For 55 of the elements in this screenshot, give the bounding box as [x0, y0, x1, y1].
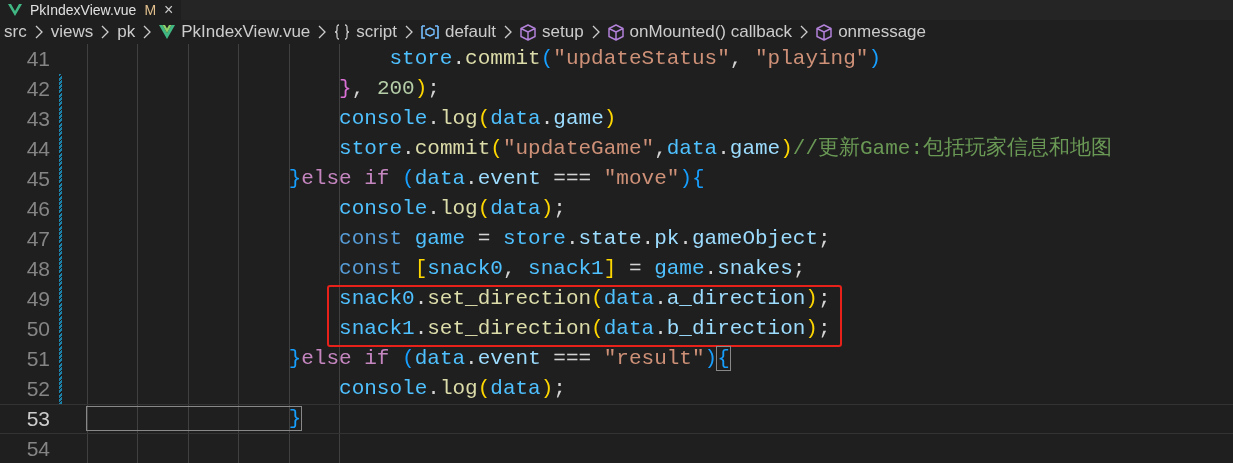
line-number: 50 — [25, 316, 50, 343]
code-line: snack1.set_direction(data.b_direction); — [338, 316, 831, 343]
code-line: const game = store.state.pk.gameObject; — [338, 226, 831, 253]
line-number: 52 — [25, 376, 50, 403]
breadcrumb-item[interactable]: PkIndexView.vue — [181, 19, 311, 45]
module-icon — [420, 24, 439, 40]
code-line: store.commit("updateStatus", "playing") — [388, 46, 881, 73]
chevron-icon — [318, 25, 327, 39]
code-line: }else if (data.event === "move"){ — [287, 166, 705, 193]
line-number: 53 — [25, 406, 50, 433]
cube-icon — [607, 23, 624, 41]
close-button[interactable]: × — [164, 2, 174, 18]
code-line: store.commit("updateGame",data.game)//更新Game:包括玩家信息和地图 — [338, 135, 1113, 163]
code-line: console.log(data); — [338, 196, 566, 223]
breadcrumb-item[interactable]: default — [444, 19, 496, 45]
line-number: 44 — [25, 136, 50, 163]
breadcrumb-item[interactable]: src — [4, 19, 27, 45]
breadcrumb-item[interactable]: onmessage — [838, 19, 926, 45]
code-line: const [snack0, snack1] = game.snakes; — [338, 256, 806, 283]
line-number: 51 — [25, 346, 50, 373]
breadcrumb-item[interactable]: setup — [542, 19, 584, 45]
chevron-icon — [800, 25, 809, 39]
code-line: console.log(data.game) — [338, 106, 617, 133]
code-line: snack0.set_direction(data.a_direction); — [338, 286, 831, 313]
cube-icon — [816, 23, 833, 41]
chevron-icon — [404, 25, 413, 39]
tab-label: PkIndexView.vue — [30, 3, 137, 17]
breadcrumb-item[interactable]: views — [50, 19, 94, 45]
code-line: } — [87, 403, 302, 435]
line-number: 49 — [25, 286, 50, 313]
line-number: 42 — [25, 76, 50, 103]
cube-icon — [520, 23, 536, 41]
line-number: 46 — [25, 196, 50, 223]
code-line: }, 200); — [338, 76, 440, 103]
line-number: 45 — [25, 166, 50, 193]
chevron-icon — [143, 25, 152, 39]
vue-icon — [159, 25, 176, 39]
chevron-icon — [504, 25, 512, 39]
vue-icon — [8, 4, 22, 16]
line-number: 48 — [25, 256, 50, 283]
line-number: 43 — [25, 106, 50, 133]
code-line: }else if (data.event === "result"){ — [287, 346, 730, 373]
code-line: console.log(data); — [338, 376, 566, 403]
editor-tab[interactable]: PkIndexView.vue M × — [0, 0, 182, 20]
line-number: 41 — [25, 46, 50, 73]
chevron-icon — [101, 25, 110, 39]
breadcrumb-item[interactable]: script — [356, 19, 397, 45]
modified-label: M — [144, 3, 157, 17]
chevron-icon — [591, 25, 600, 39]
breadcrumb-item[interactable]: onMounted() callback — [629, 19, 793, 45]
line-number: 47 — [25, 226, 50, 253]
chevron-icon — [34, 25, 43, 39]
braces-icon — [334, 24, 351, 40]
line-number: 54 — [25, 436, 50, 463]
breadcrumb-item[interactable]: pk — [117, 19, 136, 45]
